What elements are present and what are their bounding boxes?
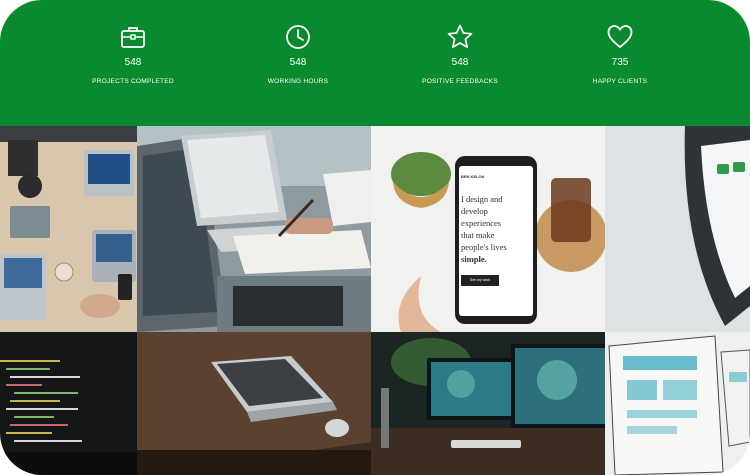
- see-work-button[interactable]: See my work: [461, 275, 499, 286]
- site-brand: BEN KELOK: [461, 174, 485, 179]
- stat-value: 548: [289, 57, 307, 68]
- hero-line: that make: [461, 230, 495, 240]
- gallery-image-desk-overhead[interactable]: [0, 126, 137, 332]
- stat-label: HAPPY CLIENTS: [592, 78, 648, 85]
- stat-label: PROJECTS COMPLETED: [92, 78, 174, 85]
- stat-hours: 548 WORKING HOURS: [218, 22, 378, 86]
- heart-icon: [607, 25, 633, 48]
- hero-line: I design and: [461, 194, 503, 204]
- stat-clients: 735 HAPPY CLIENTS: [540, 22, 700, 86]
- portfolio-gallery: BEN KELOK I design and develop experienc…: [0, 126, 750, 475]
- stat-value: 548: [451, 57, 469, 68]
- stat-value: 735: [611, 57, 629, 68]
- gallery-image-phone-portfolio[interactable]: BEN KELOK I design and develop experienc…: [371, 126, 605, 332]
- hero-line: develop: [461, 206, 488, 216]
- gallery-image-phone-closeup[interactable]: [605, 126, 750, 332]
- hero-line: experiences: [461, 218, 502, 228]
- gallery-image-laptop-writing[interactable]: [137, 126, 371, 332]
- stat-value: 548: [124, 57, 142, 68]
- star-icon: [447, 24, 473, 49]
- phone-screen: BEN KELOK I design and develop experienc…: [461, 174, 531, 312]
- hero-line: people's lives: [461, 242, 507, 252]
- stat-label: WORKING HOURS: [267, 78, 329, 85]
- gallery-image-code-screen[interactable]: [0, 332, 137, 475]
- stat-projects: 548 PROJECTS COMPLETED: [53, 22, 213, 86]
- portfolio-section: 548 PROJECTS COMPLETED 548 WORKING HOURS…: [0, 0, 750, 475]
- briefcase-icon: [121, 27, 145, 48]
- stat-label: POSITIVE FEEDBACKS: [422, 78, 498, 85]
- gallery-image-dual-monitors[interactable]: [371, 332, 605, 475]
- gallery-image-wireframe-sketch[interactable]: [605, 332, 750, 475]
- stat-feedbacks: 548 POSITIVE FEEDBACKS: [380, 22, 540, 86]
- gallery-image-laptop-table[interactable]: [137, 332, 371, 475]
- stats-band: 548 PROJECTS COMPLETED 548 WORKING HOURS…: [0, 0, 750, 126]
- hero-line-bold: simple.: [461, 254, 487, 264]
- clock-icon: [286, 25, 310, 49]
